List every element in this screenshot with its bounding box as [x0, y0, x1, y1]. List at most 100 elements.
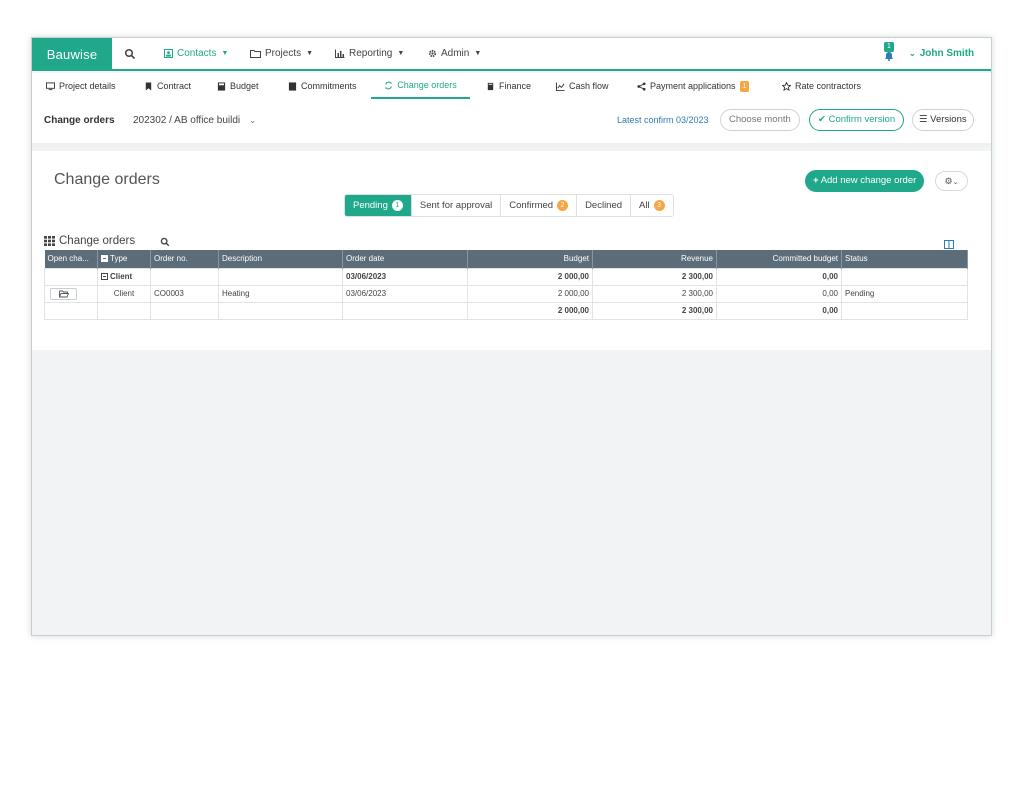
bookmark-icon [145, 81, 152, 91]
tab-label: Payment applications [650, 81, 736, 91]
folder-open-icon [59, 290, 69, 297]
list-icon: ☰ [919, 114, 928, 125]
table-cell [97, 301, 151, 320]
column-header-label: Type [110, 254, 128, 264]
open-change-order-button[interactable] [50, 287, 77, 300]
refresh-icon [385, 81, 392, 89]
folder-icon [250, 50, 261, 58]
row-budget: 2 000,00 [467, 284, 593, 303]
versions-label: Versions [930, 114, 967, 125]
table-cell [841, 301, 968, 320]
add-change-order-button[interactable]: + Add new change order [805, 170, 925, 192]
search-icon[interactable] [124, 48, 136, 60]
tab-label: Budget [230, 81, 259, 91]
user-menu[interactable]: ⌄ John Smith [909, 38, 974, 69]
filter-pending[interactable]: Pending 1 [345, 195, 412, 216]
open-cell [44, 284, 98, 303]
tab-commitments[interactable]: Commitments [286, 73, 359, 99]
bar-chart-icon [335, 49, 345, 58]
filter-declined[interactable]: Declined [577, 195, 632, 216]
row-revenue: 2 300,00 [592, 284, 717, 303]
page-title: Change orders [54, 171, 160, 188]
user-name: John Smith [919, 48, 975, 59]
group-revenue: 2 300,00 [592, 267, 717, 286]
nav-projects-label: Projects [265, 48, 302, 59]
tab-change-orders[interactable]: Change orders [371, 73, 470, 99]
tab-label: Contract [157, 81, 192, 91]
search-icon[interactable] [160, 237, 170, 247]
row-status: Pending [841, 284, 968, 303]
column-header-type[interactable]: Type [97, 250, 151, 268]
filter-sent-for-approval[interactable]: Sent for approval [411, 195, 502, 216]
table-row[interactable]: Client CO0003 Heating 03/06/2023 2 000,0… [44, 284, 968, 303]
columns-icon[interactable] [944, 240, 954, 249]
project-select[interactable]: 202302 / AB office buildi ⌄ [133, 115, 256, 126]
tab-label: Commitments [301, 81, 357, 91]
check-icon: ✔ [818, 114, 826, 125]
settings-dropdown-button[interactable]: ⚙⌄ [935, 171, 968, 191]
confirm-version-label: Confirm version [828, 114, 896, 125]
total-committed: 0,00 [716, 301, 842, 320]
tab-label: Change orders [397, 80, 457, 90]
column-header-open[interactable]: Open cha... [44, 250, 98, 268]
book-icon [487, 82, 494, 90]
group-type-cell[interactable]: Client [97, 267, 151, 286]
filter-label: Confirmed [509, 200, 554, 211]
versions-button[interactable]: ☰ Versions [912, 109, 974, 131]
add-button-label: Add new change order [820, 175, 917, 186]
filter-all[interactable]: All 3 [631, 195, 673, 216]
count-badge: 2 [557, 200, 569, 211]
tab-project-details[interactable]: Project details [44, 73, 118, 99]
tab-rate-contractors[interactable]: Rate contractors [780, 73, 863, 99]
group-committed: 0,00 [716, 267, 842, 286]
group-type: Client [110, 272, 133, 281]
main-content: Change orders + Add new change order ⚙⌄ … [32, 151, 991, 350]
table-cell [342, 301, 468, 320]
document-icon [288, 81, 297, 91]
gear-icon: ⚙ [944, 176, 953, 186]
tab-finance[interactable]: Finance [484, 73, 533, 99]
column-header-status[interactable]: Status [841, 250, 968, 268]
row-type: Client [97, 284, 151, 303]
column-header-order-date[interactable]: Order date [342, 250, 468, 268]
count-badge: 1 [739, 80, 750, 92]
tab-budget[interactable]: Budget [215, 73, 261, 99]
nav-projects[interactable]: Projects ▼ [250, 38, 313, 69]
grid-icon [44, 236, 55, 246]
table-cell [218, 301, 343, 320]
column-header-committed-budget[interactable]: Committed budget [716, 250, 842, 268]
count-badge: 1 [391, 200, 403, 211]
column-header-revenue[interactable]: Revenue [592, 250, 717, 268]
project-tabs: Project details Contract Budget Commitme… [32, 73, 991, 99]
nav-admin[interactable]: Admin ▼ [428, 38, 481, 69]
plus-icon: + [813, 175, 819, 186]
collapse-icon[interactable] [101, 255, 108, 263]
filter-label: Declined [585, 200, 623, 211]
latest-confirm-link[interactable]: Latest confirm 03/2023 [617, 115, 709, 125]
row-description: Heating [218, 284, 343, 303]
filter-label: Sent for approval [419, 200, 493, 211]
nav-contacts[interactable]: Contacts ▼ [164, 38, 228, 69]
total-budget: 2 000,00 [467, 301, 593, 320]
choose-month-input[interactable]: Choose month [720, 109, 800, 131]
total-row: 2 000,00 2 300,00 0,00 [44, 301, 968, 320]
confirm-version-button[interactable]: ✔ Confirm version [809, 109, 905, 131]
column-header-order-no[interactable]: Order no. [150, 250, 219, 268]
chevron-down-icon: ⌄ [952, 179, 959, 186]
row-committed: 0,00 [716, 284, 842, 303]
collapse-icon[interactable] [101, 273, 108, 280]
nav-contacts-label: Contacts [177, 48, 217, 59]
chevron-down-icon: ⌄ [909, 49, 916, 58]
filter-confirmed[interactable]: Confirmed 2 [501, 195, 578, 216]
total-revenue: 2 300,00 [592, 301, 717, 320]
nav-reporting[interactable]: Reporting ▼ [335, 38, 404, 69]
tab-contract[interactable]: Contract [142, 73, 193, 99]
tab-cash-flow[interactable]: Cash flow [554, 73, 611, 99]
brand-logo[interactable]: Bauwise [32, 38, 112, 71]
column-header-description[interactable]: Description [218, 250, 343, 268]
column-header-budget[interactable]: Budget [467, 250, 593, 268]
notifications-button[interactable]: 1 [883, 42, 899, 64]
star-icon [782, 81, 791, 91]
tab-payment-applications[interactable]: Payment applications 1 [635, 73, 751, 99]
contacts-icon [164, 49, 173, 58]
